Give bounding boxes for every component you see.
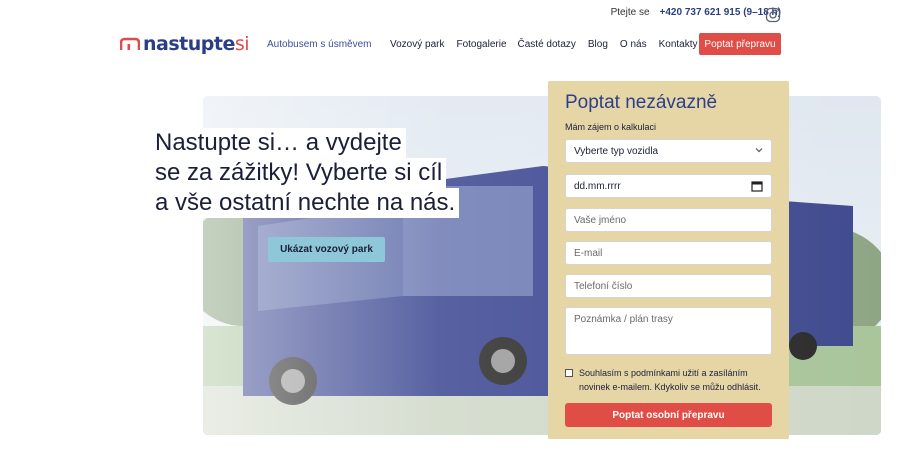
phone-link[interactable]: +420 737 621 915 (9–18 h) [660,7,781,18]
headline-line-3: a vše ostatní nechte na nás. [153,188,460,218]
logo-suffix: si [234,33,250,55]
note-placeholder: Poznámka / plán trasy [574,314,673,325]
nav-contacts[interactable]: Kontakty [659,39,698,50]
headline-line-2: se za zážitky! Vyberte si cíl [153,158,447,188]
bus-logo-icon [120,37,140,50]
name-placeholder: Vaše jméno [574,214,627,226]
nav-gallery[interactable]: Fotogalerie [456,39,506,50]
headline-line-1: Nastupte si… a vydejte [153,128,406,158]
note-textarea[interactable]: Poznámka / plán trasy [565,307,772,355]
inquiry-form-panel: Poptat nezávazně Mám zájem o kalkulaci V… [548,81,789,439]
form-title: Poptat nezávazně [565,92,718,113]
consent-checkbox[interactable] [565,369,573,377]
email-input[interactable]: E-mail [565,241,772,265]
hero-headline: Nastupte si… a vydejte se za zážitky! Vy… [153,128,460,218]
date-placeholder: dd.mm.rrrr [574,180,621,192]
phone-placeholder: Telefoní číslo [574,280,633,292]
nav-about[interactable]: O nás [620,39,647,50]
chevron-down-icon [755,148,763,153]
logo-name: nastupte [143,33,235,55]
nav-faq[interactable]: Časté dotazy [518,39,576,50]
phone-input[interactable]: Telefoní číslo [565,274,772,298]
vehicle-type-value: Vyberte typ vozidla [574,145,659,157]
date-input[interactable]: dd.mm.rrrr [565,174,772,198]
site-logo[interactable]: nastupte si [120,33,250,55]
vehicle-type-select[interactable]: Vyberte typ vozidla [565,139,772,163]
nav-blog[interactable]: Blog [588,39,608,50]
instagram-icon[interactable] [765,7,781,23]
calendar-icon[interactable] [751,180,763,192]
nav-fleet[interactable]: Vozový park [390,39,444,50]
main-nav: Vozový park Fotogalerie Časté dotazy Blo… [390,39,710,50]
order-transport-button[interactable]: Poptat přepravu [699,33,781,55]
email-placeholder: E-mail [574,247,603,259]
show-fleet-button[interactable]: Ukázat vozový park [268,237,385,262]
name-input[interactable]: Vaše jméno [565,208,772,232]
ask-label: Ptejte se [610,7,650,18]
top-contact-bar: Ptejte se +420 737 621 915 (9–18 h) [611,7,781,18]
consent-row: Souhlasím s podmínkami užití a zasíláním… [565,366,775,394]
form-subtitle: Mám zájem o kalkulaci [565,122,657,132]
tagline: Autobusem s úsměvem [267,39,372,50]
consent-text: Souhlasím s podmínkami užití a zasíláním… [579,368,761,392]
submit-button[interactable]: Poptat osobní přepravu [565,403,772,427]
